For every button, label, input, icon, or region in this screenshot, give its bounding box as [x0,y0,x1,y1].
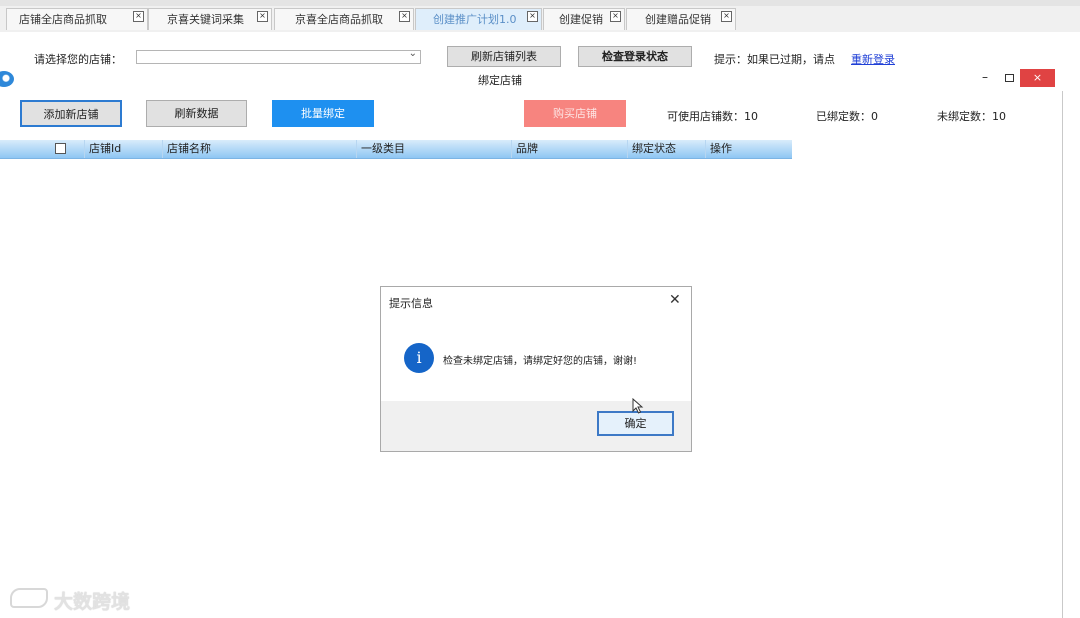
ok-button[interactable]: 确定 [597,411,674,436]
stat-label: 未绑定数： [937,110,992,123]
shop-select-label: 请选择您的店铺： [34,53,122,66]
maximize-icon[interactable] [1005,74,1014,82]
unbound-count-stat: 未绑定数：10 [937,108,1006,124]
mouse-pointer-icon [632,398,644,414]
refresh-shop-list-button[interactable]: 刷新店铺列表 [447,46,561,67]
chevron-down-icon: ⌄ [408,48,417,59]
tab-shop-products[interactable]: 店铺全店商品抓取 × [6,8,148,30]
tab-label: 创建促销 [559,13,603,26]
info-icon: i [404,343,434,373]
tab-label: 创建推广计划1.0 [433,13,517,26]
stat-label: 已绑定数： [816,110,871,123]
column-header-brand[interactable]: 品牌 [511,140,627,158]
column-header-bind-status[interactable]: 绑定状态 [627,140,705,158]
refresh-data-button[interactable]: 刷新数据 [146,100,247,127]
shop-select[interactable]: ⌄ [136,48,421,64]
minimize-icon[interactable]: – [982,70,988,84]
tab-close-icon[interactable]: × [133,11,144,22]
bound-count-stat: 已绑定数：0 [816,108,878,124]
tab-create-sale[interactable]: 创建促销 × [543,8,625,30]
add-shop-button[interactable]: 添加新店铺 [20,100,122,127]
batch-bind-button[interactable]: 批量绑定 [272,100,374,127]
info-message-box: 提示信息 ✕ i 检查未绑定店铺，请绑定好您的店铺，谢谢! 确定 [380,286,692,452]
window-title: 绑定店铺 [478,74,522,87]
stat-value: 10 [992,110,1006,123]
select-all-checkbox[interactable] [55,143,66,154]
dialog-close-icon[interactable]: ✕ [669,292,681,308]
tab-label: 京喜关键词采集 [167,13,244,26]
buy-shop-button[interactable]: 购买店铺 [524,100,626,127]
watermark-logo-icon [10,588,48,608]
dialog-footer: 确定 [381,401,691,451]
hint-text: 提示：如果已过期，请点 [714,53,835,66]
tab-label: 创建赠品促销 [645,13,711,26]
shop-table-header: 店铺Id 店铺名称 一级类目 品牌 绑定状态 操作 [0,140,792,159]
check-login-button[interactable]: 检查登录状态 [578,46,692,67]
column-header-actions[interactable]: 操作 [705,140,792,158]
dialog-message: 检查未绑定店铺，请绑定好您的店铺，谢谢! [443,356,638,367]
stat-label: 可使用店铺数： [667,110,744,123]
tab-close-icon[interactable]: × [399,11,410,22]
close-icon: × [1032,71,1043,84]
tab-close-icon[interactable]: × [257,11,268,22]
stat-value: 10 [744,110,758,123]
tab-label: 店铺全店商品抓取 [19,13,107,26]
tab-create-promotion-plan[interactable]: 创建推广计划1.0 × [415,8,542,30]
window-close-button[interactable]: × [1020,69,1055,87]
shop-select-row: 请选择您的店铺： ⌄ 刷新店铺列表 检查登录状态 提示：如果已过期，请点 重新登… [0,46,1080,68]
tab-close-icon[interactable]: × [527,11,538,22]
tab-close-icon[interactable]: × [610,11,621,22]
tab-strip: 店铺全店商品抓取 × 京喜关键词采集 × 京喜全店商品抓取 × 创建推广计划1.… [0,0,1080,32]
tab-jx-shop-products[interactable]: 京喜全店商品抓取 × [274,8,414,30]
available-shops-stat: 可使用店铺数：10 [667,108,758,124]
tab-strip-shade [0,0,1080,6]
column-header-category[interactable]: 一级类目 [356,140,511,158]
column-header-shop-id[interactable]: 店铺Id [84,140,162,158]
tab-create-gift-sale[interactable]: 创建赠品促销 × [626,8,736,30]
relogin-link[interactable]: 重新登录 [851,51,895,67]
stat-value: 0 [871,110,878,123]
window-titlebar: 绑定店铺 – × [0,67,1063,91]
watermark-text: 大数跨境 [54,591,131,613]
tab-jx-keywords[interactable]: 京喜关键词采集 × [148,8,272,30]
tab-close-icon[interactable]: × [721,11,732,22]
dialog-title: 提示信息 [389,297,433,310]
tab-label: 京喜全店商品抓取 [295,13,383,26]
column-header-shop-name[interactable]: 店铺名称 [162,140,356,158]
